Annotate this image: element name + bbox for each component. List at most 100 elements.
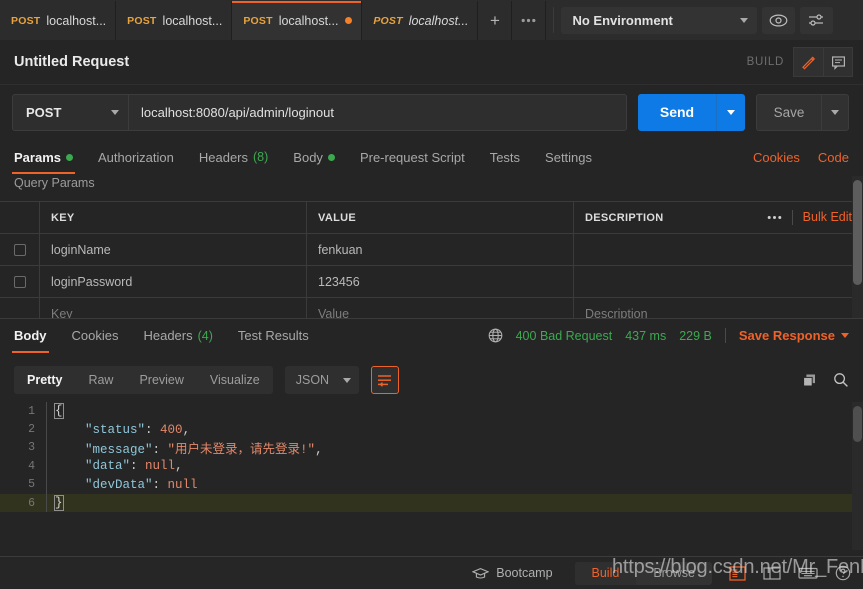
chevron-down-icon: [343, 378, 351, 383]
token-punc: ,: [315, 443, 323, 457]
build-mode-button[interactable]: Build: [575, 562, 637, 585]
table-row[interactable]: loginNamefenkuan: [0, 234, 852, 266]
param-value-cell[interactable]: fenkuan: [307, 234, 574, 265]
code-text: "devData": null: [47, 478, 198, 492]
token-key: "devData": [85, 478, 153, 492]
save-button[interactable]: Save: [756, 94, 821, 131]
status-bar: Bootcamp Build Browse: [0, 557, 863, 589]
table-row[interactable]: loginPassword123456: [0, 266, 852, 298]
tab-method-label: POST: [127, 15, 156, 27]
token-null: null: [168, 478, 198, 492]
token-punc: :: [145, 423, 160, 437]
tab-list: POSTlocalhost...POSTlocalhost...POSTloca…: [0, 1, 478, 40]
param-description-cell[interactable]: [574, 234, 852, 265]
eye-icon: [769, 14, 788, 27]
request-tab-3[interactable]: POSTlocalhost...: [232, 1, 362, 40]
chevron-down-icon: [831, 110, 839, 115]
view-mode-pretty[interactable]: Pretty: [14, 366, 75, 394]
param-description-cell[interactable]: [574, 266, 852, 297]
tab-label: Params: [14, 150, 61, 165]
edit-request-button[interactable]: [793, 47, 823, 77]
param-value-cell[interactable]: 123456: [307, 266, 574, 297]
request-tab-4[interactable]: POSTlocalhost...: [362, 1, 478, 40]
query-params-table: KEY VALUE DESCRIPTION loginNamefenkuanlo…: [0, 201, 852, 321]
settings-button[interactable]: [800, 7, 833, 34]
response-format-value: JSON: [296, 373, 329, 387]
tab-pre-request-script[interactable]: Pre-request Script: [360, 140, 465, 174]
tab-label: Body: [14, 328, 47, 343]
request-url-input[interactable]: localhost:8080/api/admin/loginout: [128, 94, 627, 131]
cookies-link[interactable]: Cookies: [753, 150, 800, 165]
bootcamp-button[interactable]: Bootcamp: [472, 566, 552, 580]
params-more-button[interactable]: [767, 211, 782, 223]
response-tab-cookies[interactable]: Cookies: [72, 319, 119, 353]
send-options-button[interactable]: [716, 94, 745, 131]
save-response-button[interactable]: Save Response: [739, 328, 849, 343]
tab-body[interactable]: Body: [293, 140, 335, 174]
globe-icon: [488, 328, 503, 343]
bulk-edit-button[interactable]: Bulk Edit: [803, 210, 852, 224]
pencil-icon: [801, 55, 816, 70]
response-scrollbar-thumb[interactable]: [853, 406, 862, 442]
http-method-selector[interactable]: POST: [12, 94, 128, 131]
view-mode-preview[interactable]: Preview: [126, 366, 196, 394]
tab-params[interactable]: Params: [14, 140, 73, 174]
copy-response-button[interactable]: [802, 373, 817, 388]
param-key-cell[interactable]: loginPassword: [40, 266, 307, 297]
code-text: {: [47, 404, 63, 418]
token-plain: [55, 478, 85, 492]
header-checkbox-cell: [0, 202, 40, 233]
code-link[interactable]: Code: [818, 150, 849, 165]
environment-quick-look-button[interactable]: [762, 7, 795, 34]
response-tabs: BodyCookiesHeaders(4)Test Results 400 Ba…: [0, 319, 863, 352]
keyboard-shortcuts-button[interactable]: [798, 566, 818, 580]
code-line: 5 "devData": null: [0, 476, 852, 494]
word-wrap-toggle[interactable]: [371, 366, 399, 394]
request-comments-button[interactable]: [823, 47, 853, 77]
has-content-dot: [66, 154, 73, 161]
tab-method-label: POST: [11, 15, 40, 27]
layout-toggle-button[interactable]: [763, 566, 781, 581]
tab-options-button[interactable]: [512, 1, 546, 40]
environment-selector[interactable]: No Environment: [561, 7, 757, 34]
response-tab-headers[interactable]: Headers(4): [143, 319, 212, 353]
tab-headers[interactable]: Headers(8): [199, 140, 268, 174]
console-button[interactable]: [729, 566, 746, 581]
tab-method-label: POST: [243, 15, 272, 27]
request-tab-1[interactable]: POSTlocalhost...: [0, 1, 116, 40]
line-number: 2: [0, 423, 46, 436]
code-line: 2 "status": 400,: [0, 420, 852, 438]
code-line: 3 "message": "用户未登录，请先登录!",: [0, 439, 852, 457]
environment-label: No Environment: [572, 13, 672, 28]
tab-authorization[interactable]: Authorization: [98, 140, 174, 174]
response-format-selector[interactable]: JSON: [285, 366, 359, 394]
help-button[interactable]: [835, 565, 851, 581]
new-tab-button[interactable]: +: [478, 1, 512, 40]
response-body-viewer[interactable]: 1{2 "status": 400,3 "message": "用户未登录，请先…: [0, 402, 852, 550]
save-options-button[interactable]: [821, 94, 849, 131]
tab-tests[interactable]: Tests: [490, 140, 520, 174]
request-tab-2[interactable]: POSTlocalhost...: [116, 1, 232, 40]
tab-label: Test Results: [238, 328, 309, 343]
response-tab-test-results[interactable]: Test Results: [238, 319, 309, 353]
response-view-modes: PrettyRawPreviewVisualize: [14, 366, 273, 394]
response-tab-list: Body Cookies Headers(4) Test Results: [14, 319, 334, 353]
params-header-tools: Bulk Edit: [767, 201, 852, 233]
browse-mode-button[interactable]: Browse: [636, 562, 712, 585]
param-key-cell[interactable]: loginName: [40, 234, 307, 265]
view-mode-raw[interactable]: Raw: [75, 366, 126, 394]
chevron-down-icon: [111, 110, 119, 115]
code-text: }: [47, 496, 63, 510]
response-tab-body[interactable]: Body: [14, 319, 47, 353]
header-key: KEY: [40, 202, 307, 233]
send-button[interactable]: Send: [638, 94, 716, 131]
params-scrollbar-thumb[interactable]: [853, 180, 862, 285]
row-checkbox[interactable]: [14, 276, 26, 288]
tab-settings[interactable]: Settings: [545, 140, 592, 174]
has-content-dot: [328, 154, 335, 161]
request-tab-list: Params Authorization Headers(8) Body Pre-req…: [14, 140, 617, 174]
row-checkbox[interactable]: [14, 244, 26, 256]
token-punc: ,: [175, 459, 183, 473]
search-response-button[interactable]: [833, 372, 849, 388]
view-mode-visualize[interactable]: Visualize: [197, 366, 273, 394]
